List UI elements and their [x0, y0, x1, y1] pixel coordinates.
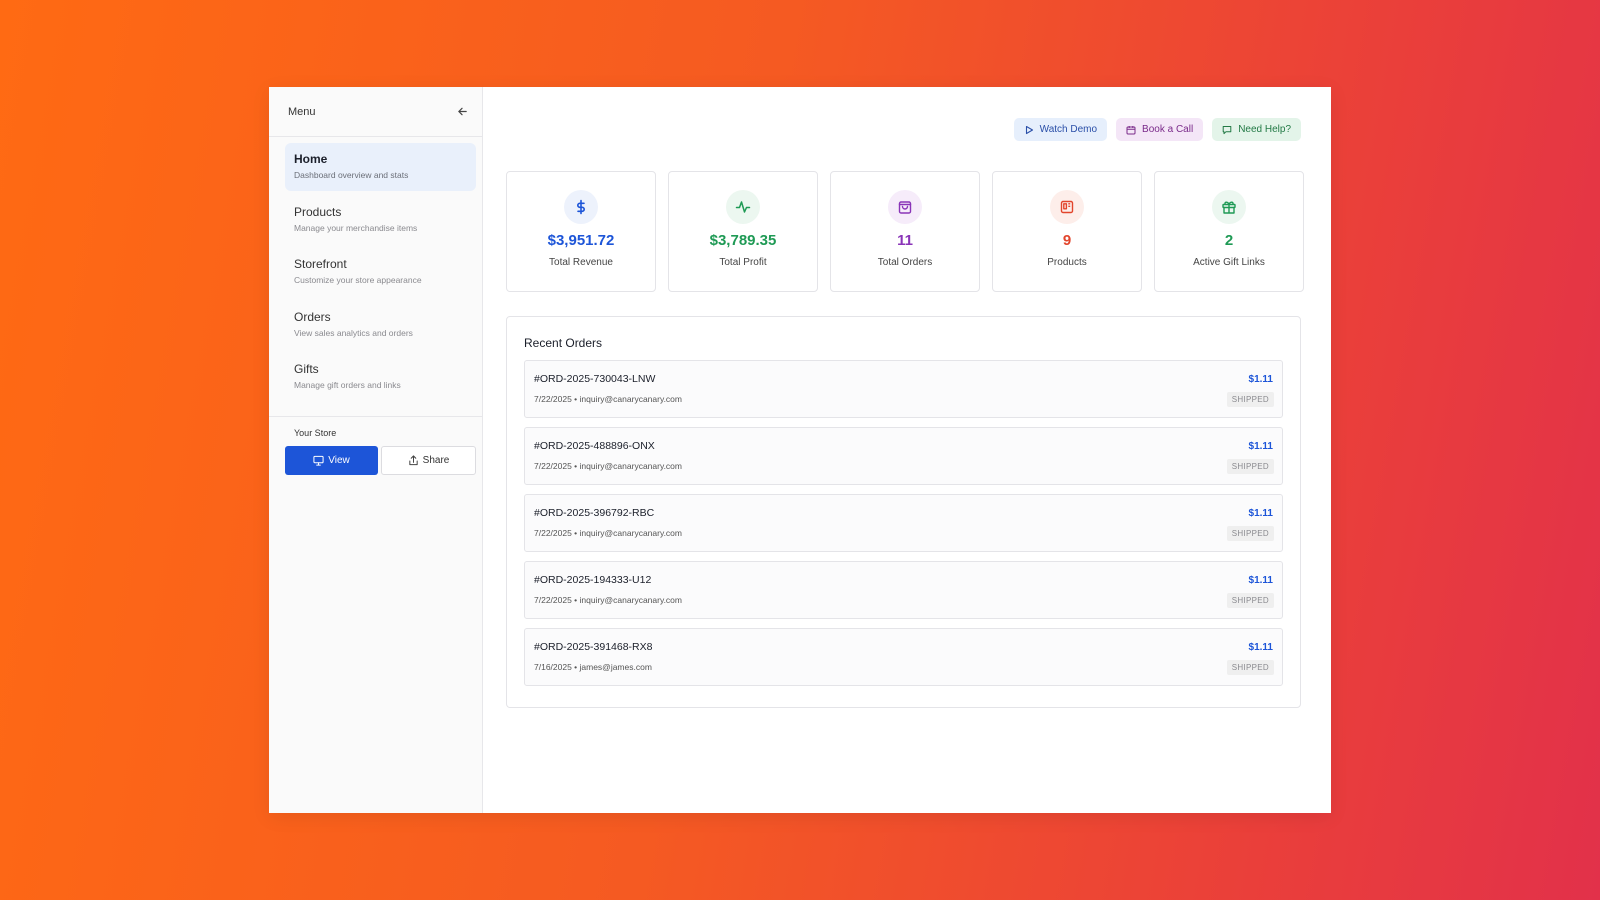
stat-label: Total Revenue	[549, 257, 613, 268]
sidebar-item-label: Storefront	[294, 257, 347, 271]
stat-value: 9	[1062, 232, 1072, 249]
sidebar-title: Menu	[288, 105, 316, 118]
stat-card-active-gift-links: 2 Active Gift Links	[1154, 171, 1304, 292]
sidebar-item-label: Home	[294, 152, 328, 166]
sidebar-item-description: Manage gift orders and links	[294, 380, 401, 390]
status-badge: SHIPPED	[1226, 459, 1274, 474]
shopping-bag-icon	[888, 190, 922, 224]
order-meta: 7/22/2025 • inquiry@canarycanary.com	[534, 595, 682, 605]
order-meta: 7/22/2025 • inquiry@canarycanary.com	[534, 394, 682, 404]
share-icon	[408, 454, 418, 465]
main-content: Watch Demo Book a Call Need Help? $3,951…	[483, 87, 1331, 813]
status-badge: SHIPPED	[1226, 526, 1274, 541]
play-icon	[1025, 125, 1033, 134]
status-badge: SHIPPED	[1226, 660, 1274, 675]
sidebar-item-description: View sales analytics and orders	[294, 327, 413, 338]
order-row[interactable]: #ORD-2025-391468-RX8 7/16/2025 • james@j…	[524, 628, 1283, 686]
order-id: #ORD-2025-730043-LNW	[534, 373, 656, 385]
recent-orders-panel: Recent Orders #ORD-2025-730043-LNW 7/22/…	[506, 316, 1301, 708]
message-icon	[1222, 125, 1232, 134]
order-amount: $1.11	[1248, 374, 1273, 385]
sidebar-header: Menu	[269, 87, 482, 137]
watch-demo-button[interactable]: Watch Demo	[1013, 118, 1108, 141]
arrow-left-icon	[457, 107, 467, 116]
sidebar-item-description: Manage your merchandise items	[294, 222, 418, 233]
watch-demo-label: Watch Demo	[1039, 124, 1098, 135]
order-id: #ORD-2025-488896-ONX	[534, 440, 655, 452]
app-window: Menu Home Dashboard overview and stats P…	[269, 87, 1331, 813]
book-call-button[interactable]: Book a Call	[1116, 118, 1204, 141]
need-help-button[interactable]: Need Help?	[1212, 118, 1301, 141]
status-badge: SHIPPED	[1226, 392, 1274, 407]
your-store-section: Your Store View Share	[269, 417, 482, 475]
stat-value: 2	[1224, 232, 1234, 249]
sidebar-item-home[interactable]: Home Dashboard overview and stats	[285, 143, 476, 191]
sidebar-item-products[interactable]: Products Manage your merchandise items	[285, 196, 476, 244]
stat-card-products: 9 Products	[992, 171, 1142, 292]
stats-row: $3,951.72 Total Revenue $3,789.35 Total …	[506, 171, 1304, 292]
dollar-icon	[564, 190, 598, 224]
stat-label: Active Gift Links	[1193, 257, 1265, 268]
share-store-button[interactable]: Share	[381, 445, 476, 475]
order-amount: $1.11	[1248, 575, 1273, 586]
order-id: #ORD-2025-396792-RBC	[534, 507, 655, 519]
status-badge: SHIPPED	[1226, 593, 1274, 608]
order-row[interactable]: #ORD-2025-396792-RBC 7/22/2025 • inquiry…	[524, 494, 1283, 552]
book-call-label: Book a Call	[1142, 124, 1194, 135]
view-store-button[interactable]: View	[285, 445, 378, 475]
order-meta: 7/22/2025 • inquiry@canarycanary.com	[534, 528, 682, 538]
sidebar-item-label: Orders	[294, 309, 331, 324]
stat-label: Products	[1047, 257, 1087, 268]
collapse-sidebar-button[interactable]	[454, 104, 470, 120]
order-row[interactable]: #ORD-2025-730043-LNW 7/22/2025 • inquiry…	[524, 360, 1283, 418]
top-actions: Watch Demo Book a Call Need Help?	[1013, 118, 1301, 141]
sidebar-item-storefront[interactable]: Storefront Customize your store appearan…	[285, 248, 476, 296]
calendar-icon	[1126, 125, 1136, 134]
monitor-icon	[313, 455, 324, 466]
stat-card-total-orders: 11 Total Orders	[830, 171, 980, 292]
sidebar-item-description: Dashboard overview and stats	[294, 170, 409, 180]
stat-card-total-revenue: $3,951.72 Total Revenue	[506, 171, 656, 292]
order-id: #ORD-2025-391468-RX8	[534, 641, 653, 653]
sidebar-item-gifts[interactable]: Gifts Manage gift orders and links	[285, 353, 476, 401]
stat-value: 11	[897, 232, 913, 249]
order-meta: 7/22/2025 • inquiry@canarycanary.com	[534, 461, 682, 471]
sidebar-item-label: Gifts	[294, 362, 319, 376]
gift-icon	[1212, 190, 1246, 224]
sidebar-item-label: Products	[294, 204, 342, 219]
stat-value: $3,951.72	[547, 232, 615, 249]
product-icon	[1050, 190, 1084, 224]
sidebar-item-orders[interactable]: Orders View sales analytics and orders	[285, 301, 476, 349]
need-help-label: Need Help?	[1238, 124, 1291, 135]
sidebar-item-description: Customize your store appearance	[294, 275, 422, 285]
order-amount: $1.11	[1248, 642, 1273, 653]
sidebar-nav: Home Dashboard overview and stats Produc…	[269, 137, 482, 417]
order-row[interactable]: #ORD-2025-194333-U12 7/22/2025 • inquiry…	[524, 561, 1283, 619]
order-row[interactable]: #ORD-2025-488896-ONX 7/22/2025 • inquiry…	[524, 427, 1283, 485]
order-amount: $1.11	[1248, 508, 1273, 519]
share-store-label: Share	[422, 454, 450, 466]
sidebar: Menu Home Dashboard overview and stats P…	[269, 87, 483, 813]
stat-value: $3,789.35	[709, 232, 777, 249]
stat-label: Total Profit	[719, 257, 767, 268]
stat-card-total-profit: $3,789.35 Total Profit	[668, 171, 818, 292]
recent-orders-title: Recent Orders	[524, 336, 603, 350]
order-id: #ORD-2025-194333-U12	[534, 574, 652, 586]
your-store-title: Your Store	[294, 427, 337, 438]
store-buttons: View Share	[285, 445, 476, 475]
stat-label: Total Orders	[877, 257, 933, 268]
view-store-label: View	[328, 454, 350, 466]
order-meta: 7/16/2025 • james@james.com	[534, 662, 652, 672]
activity-icon	[726, 190, 760, 224]
order-amount: $1.11	[1248, 441, 1273, 452]
